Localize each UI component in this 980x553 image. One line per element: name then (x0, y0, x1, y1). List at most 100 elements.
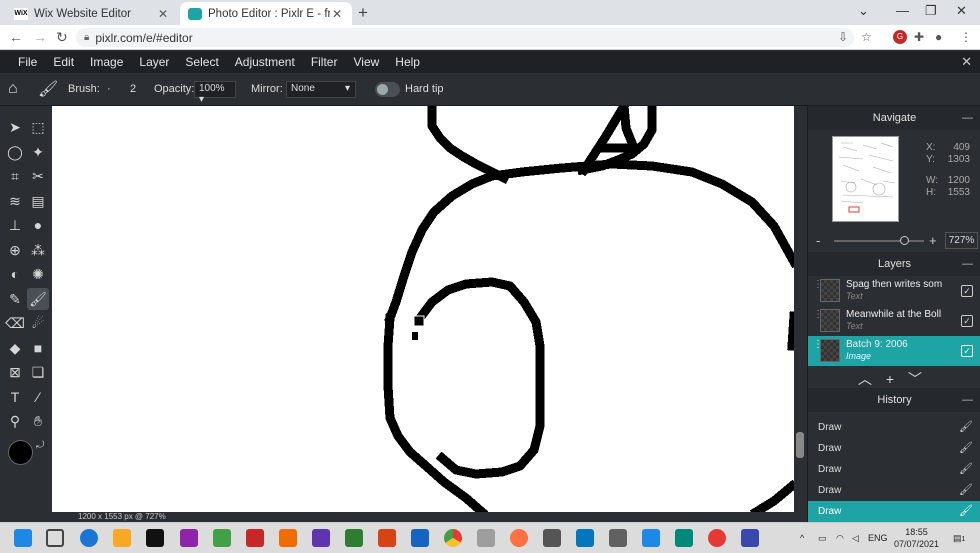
tab-wix[interactable]: WiX Wix Website Editor ✕ (6, 2, 178, 25)
history-item[interactable]: Draw 🖌︎ (808, 417, 980, 438)
menu-edit[interactable]: Edit (45, 55, 82, 69)
liquify-tool-icon[interactable]: ≋ (4, 190, 26, 212)
hard-tip-toggle[interactable] (375, 82, 400, 97)
menu-view[interactable]: View (345, 55, 387, 69)
collapse-icon[interactable]: — (962, 106, 973, 130)
wand-tool-icon[interactable]: ✦ (27, 141, 49, 163)
app-icon[interactable] (246, 529, 264, 547)
app-icon[interactable] (146, 529, 164, 547)
eyedropper-tool-icon[interactable]: ⁄ (27, 386, 49, 408)
zoom-value-input[interactable]: 727% (945, 232, 978, 249)
mirror-select[interactable]: None ▾ (286, 81, 356, 98)
collapse-icon[interactable]: — (962, 252, 973, 276)
word-icon[interactable] (411, 529, 429, 547)
url-input[interactable]: 🔒︎ pixlr.com/e/#editor (76, 28, 854, 47)
language-indicator[interactable]: ENG (868, 533, 888, 543)
color-replace-tool-icon[interactable]: ◐ (4, 263, 26, 285)
menu-filter[interactable]: Filter (303, 55, 346, 69)
navigator-thumbnail[interactable] (832, 136, 899, 222)
history-item[interactable]: Draw 🖌︎ (808, 438, 980, 459)
home-icon[interactable]: ⌂ (8, 80, 18, 98)
collapse-icon[interactable]: — (962, 388, 973, 412)
app-icon[interactable] (279, 529, 297, 547)
firefox-icon[interactable] (510, 529, 528, 547)
edge-icon[interactable] (80, 529, 98, 547)
app-icon[interactable] (477, 529, 495, 547)
layer-item-active[interactable]: ⋮ Batch 9: 2006 Image ✓ (808, 336, 980, 366)
layer-visibility-checkbox[interactable]: ✓ (961, 345, 973, 357)
add-layer-icon[interactable]: + (886, 371, 894, 387)
zoom-slider-knob[interactable] (900, 236, 909, 245)
account-icon[interactable]: ● (935, 30, 942, 44)
dodge-tool-icon[interactable]: ⁂ (27, 239, 49, 261)
tab-search-icon[interactable]: ⌄ (858, 3, 869, 19)
kebab-menu-icon[interactable]: ⋮ (960, 30, 972, 44)
puzzle-icon[interactable]: ✚ (914, 30, 924, 44)
close-tab-icon[interactable]: ✕ (330, 7, 344, 21)
app-icon[interactable] (213, 529, 231, 547)
smudge-tool-icon[interactable]: ☄ (27, 312, 49, 334)
hand-tool-icon[interactable]: ✋︎ (27, 410, 49, 432)
app-icon[interactable] (741, 529, 759, 547)
fill-tool-icon[interactable]: ◆ (4, 337, 26, 359)
menu-file[interactable]: File (0, 55, 45, 69)
battery-icon[interactable]: ▭ (818, 533, 827, 544)
tab-pixlr[interactable]: Photo Editor : Pixlr E - free image ✕ (180, 2, 352, 25)
arrange-tool-icon[interactable]: ➤ (4, 116, 26, 138)
crop-tool-icon[interactable]: ⌗ (4, 165, 26, 187)
chevron-down-icon[interactable]: ﹀ (908, 371, 922, 387)
close-icon[interactable]: ✕ (961, 54, 972, 70)
app-icon[interactable] (675, 529, 693, 547)
layer-item[interactable]: ⋮ Meanwhile at the Boll... Text ✓ (808, 306, 980, 336)
brush-size-value[interactable]: 2 (130, 83, 136, 95)
task-view-icon[interactable] (46, 529, 64, 547)
chevron-up-icon[interactable]: ︿ (858, 371, 872, 387)
vertical-scrollbar[interactable] (796, 432, 804, 458)
new-tab-button[interactable]: + (358, 3, 368, 23)
file-explorer-icon[interactable] (113, 529, 131, 547)
primary-color-swatch[interactable] (8, 440, 33, 465)
app-icon[interactable] (312, 529, 330, 547)
sponge-tool-icon[interactable]: ⊕ (4, 239, 26, 261)
layer-visibility-checkbox[interactable]: ✓ (961, 315, 973, 327)
close-tab-icon[interactable]: ✕ (156, 7, 170, 21)
opacity-select[interactable]: 100% ▾ (194, 81, 236, 105)
photos-icon[interactable] (576, 529, 594, 547)
history-item[interactable]: Draw 🖌︎ (808, 480, 980, 501)
marquee-tool-icon[interactable]: ⬚ (27, 116, 49, 138)
zoom-out-button[interactable]: - (816, 233, 820, 248)
menu-help[interactable]: Help (387, 55, 428, 69)
back-button[interactable]: ← (9, 29, 23, 45)
app-icon[interactable] (378, 529, 396, 547)
tray-chevron-icon[interactable]: ^ (800, 533, 804, 543)
menu-layer[interactable]: Layer (131, 55, 177, 69)
brush-tool-icon[interactable]: 🖌︎ (27, 288, 49, 310)
layer-visibility-checkbox[interactable]: ✓ (961, 285, 973, 297)
menu-image[interactable]: Image (82, 55, 131, 69)
zoom-tool-icon[interactable]: ⚲ (4, 410, 26, 432)
drawing-canvas[interactable] (52, 106, 794, 512)
notification-icon[interactable]: ▤1 (953, 533, 965, 544)
app-icon[interactable] (609, 529, 627, 547)
wifi-icon[interactable]: ◠ (836, 533, 844, 544)
volume-icon[interactable]: ◁ (852, 533, 859, 544)
reload-button[interactable]: ↻ (56, 29, 68, 46)
text-tool-icon[interactable]: T (4, 386, 26, 408)
excel-icon[interactable] (345, 529, 363, 547)
zoom-slider-track[interactable] (834, 240, 924, 242)
windows-start-icon[interactable] (14, 529, 32, 547)
swap-colors-icon[interactable]: ⤾ (36, 440, 44, 451)
chrome-icon[interactable] (444, 529, 462, 547)
app-icon[interactable] (642, 529, 660, 547)
image-placeholder-icon[interactable]: ⊠ (4, 361, 26, 383)
layer-item[interactable]: ⋮ Spag then writes som... Text ✓ (808, 276, 980, 306)
minimize-button[interactable]: — (896, 3, 909, 18)
clone-tool-icon[interactable]: ⊥ (4, 214, 26, 236)
brush-shape-dot-icon[interactable]: · (107, 83, 111, 95)
menu-select[interactable]: Select (177, 55, 226, 69)
eraser-tool-icon[interactable]: ⌫ (4, 312, 26, 334)
clock[interactable]: 18:55 07/07/2021 (894, 526, 939, 550)
maximize-button[interactable]: ❐ (925, 3, 937, 19)
heal-tool-icon[interactable]: ▤ (27, 190, 49, 212)
app-icon[interactable] (180, 529, 198, 547)
